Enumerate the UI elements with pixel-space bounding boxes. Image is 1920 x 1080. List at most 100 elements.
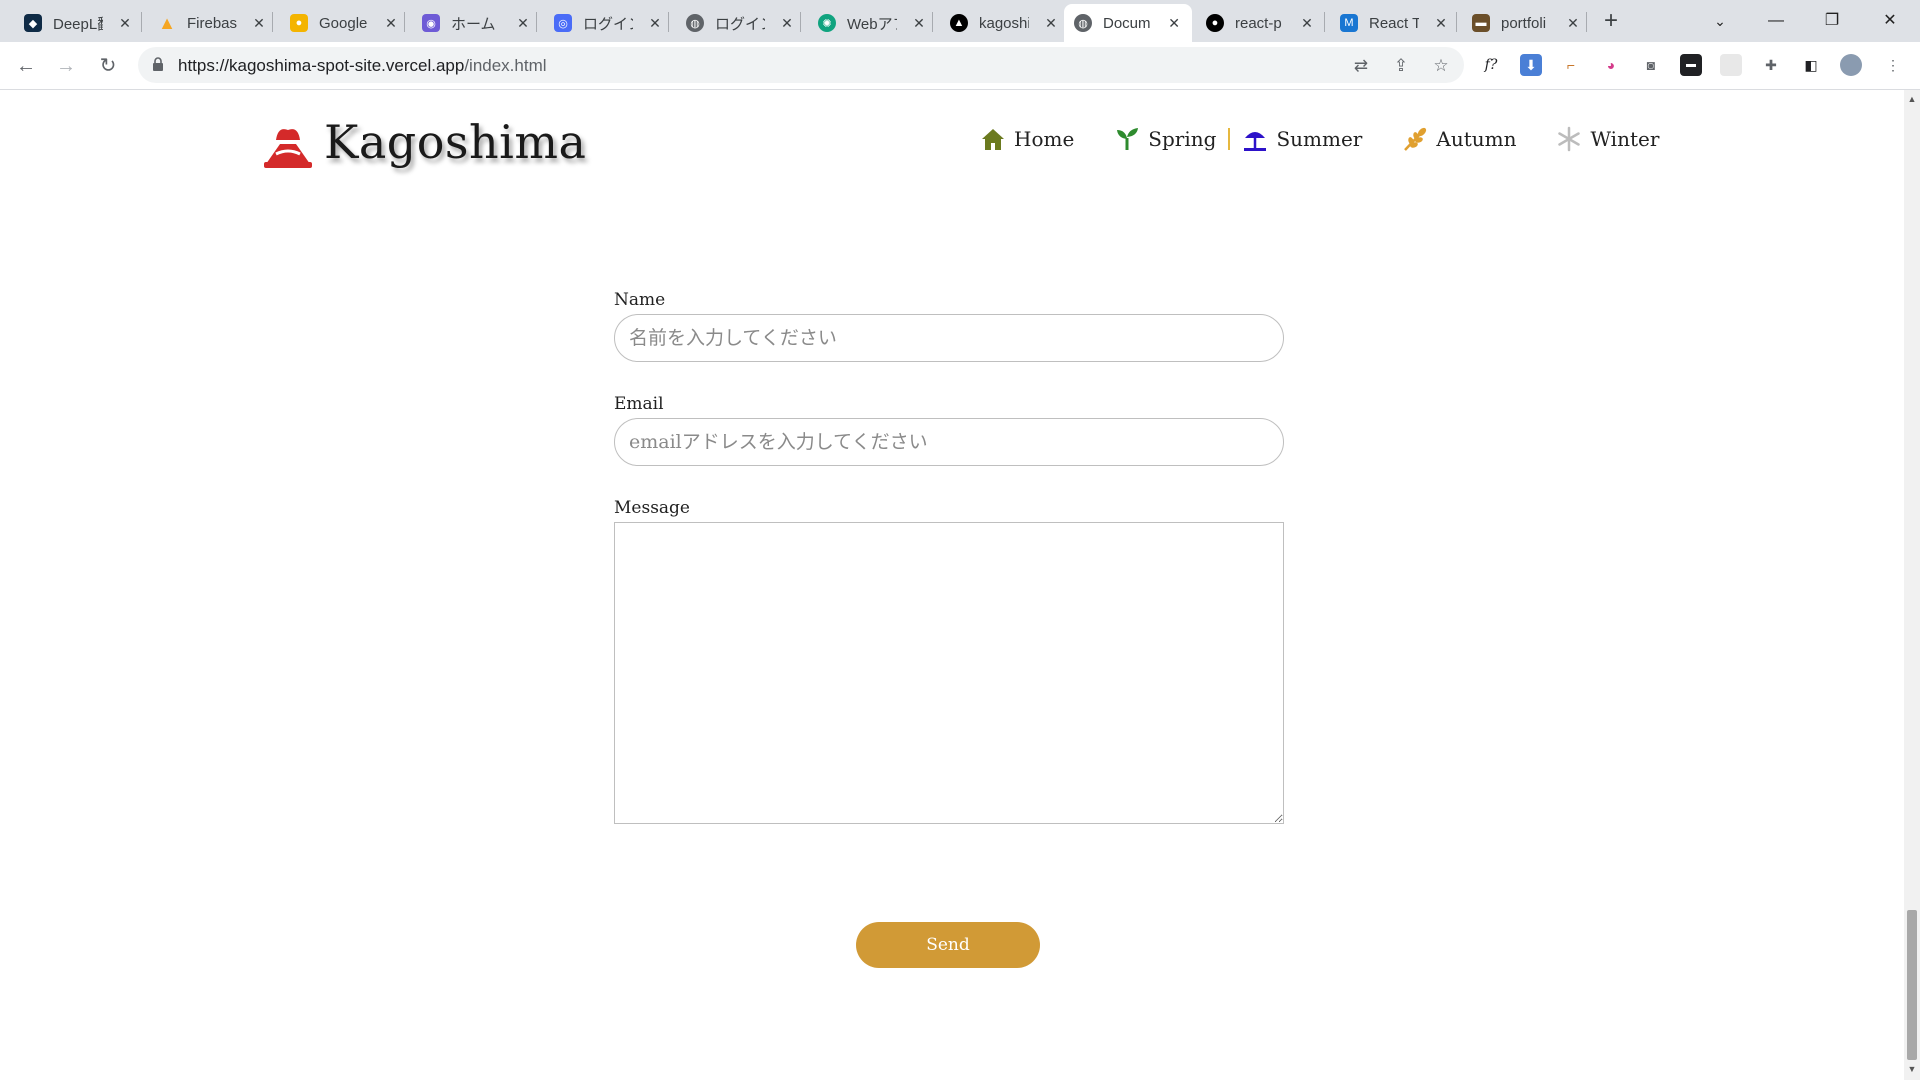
color-picker-extension-icon[interactable]: ◕ <box>1600 54 1622 76</box>
browser-tab[interactable]: ◉ ホーム | N ✕ <box>412 4 541 42</box>
portfolio-icon: ▬ <box>1472 14 1490 32</box>
nav-label: Autumn <box>1436 127 1517 151</box>
scrollbar-thumb[interactable] <box>1907 910 1917 1060</box>
tab-divider <box>404 12 405 32</box>
bookmark-star-icon[interactable]: ☆ <box>1430 55 1452 77</box>
page-scrollbar[interactable]: ▲ ▼ <box>1904 90 1920 1080</box>
sprout-icon <box>1117 128 1139 150</box>
close-icon[interactable]: ✕ <box>515 15 531 32</box>
tab-title: kagoshi <box>979 14 1029 32</box>
tab-divider <box>1456 12 1457 32</box>
tab-divider <box>668 12 669 32</box>
firebase-icon: ▲ <box>158 12 176 33</box>
blank-extension-icon[interactable] <box>1720 54 1742 76</box>
message-textarea[interactable] <box>614 522 1284 824</box>
side-panel-icon[interactable]: ◧ <box>1800 54 1822 76</box>
snowflake-icon <box>1558 126 1581 152</box>
reload-icon[interactable]: ↻ <box>94 52 122 80</box>
puzzle-extensions-icon[interactable]: ✚ <box>1760 54 1782 76</box>
profile-avatar[interactable] <box>1840 54 1862 76</box>
nav-spring[interactable]: Spring <box>1114 126 1216 152</box>
url-host: https://kagoshima-spot-site.vercel.app <box>178 56 465 75</box>
translate-icon[interactable]: ⇄ <box>1350 55 1372 77</box>
browser-tab[interactable]: ▲ kagoshi ✕ <box>940 4 1069 42</box>
beach-umbrella-icon <box>1244 132 1267 151</box>
back-icon[interactable]: ← <box>12 52 40 80</box>
chatgpt-icon: ✺ <box>818 14 836 32</box>
close-icon[interactable]: ✕ <box>1433 15 1449 32</box>
address-bar[interactable]: https://kagoshima-spot-site.vercel.app/i… <box>138 47 1464 83</box>
tab-title: ログイン画 <box>583 15 633 33</box>
close-icon[interactable]: ✕ <box>1166 15 1182 32</box>
notion-like-icon: ◉ <box>422 14 440 32</box>
close-icon[interactable]: ✕ <box>647 15 663 32</box>
window-close-icon[interactable]: ✕ <box>1870 6 1910 36</box>
tab-search-icon[interactable]: ⌄ <box>1700 6 1740 36</box>
new-tab-button[interactable]: + <box>1598 8 1624 34</box>
close-icon[interactable]: ✕ <box>1565 15 1581 32</box>
email-label: Email <box>614 394 664 414</box>
tab-divider <box>932 12 933 32</box>
nav-home[interactable]: Home <box>980 126 1074 152</box>
close-icon[interactable]: ✕ <box>779 15 795 32</box>
nav-label: Home <box>1014 127 1075 151</box>
send-button[interactable]: Send <box>856 922 1040 968</box>
scroll-up-icon[interactable]: ▲ <box>1907 94 1917 104</box>
close-icon[interactable]: ✕ <box>1043 15 1059 32</box>
volcano-logo-icon <box>264 129 312 168</box>
camera-extension-icon[interactable]: ◙ <box>1640 54 1662 76</box>
ruler-extension-icon[interactable]: ⌐ <box>1560 54 1582 76</box>
browser-tab[interactable]: ▲ Firebase ✕ <box>148 4 277 42</box>
nav-summer[interactable]: Summer <box>1242 126 1362 152</box>
tab-title: Webアプ <box>847 15 897 33</box>
browser-toolbar: ← → ↻ https://kagoshima-spot-site.vercel… <box>0 42 1920 90</box>
tab-title: portfoli <box>1501 14 1547 32</box>
restore-icon[interactable]: ❐ <box>1812 6 1852 36</box>
download-extension-icon[interactable]: ⬇ <box>1520 54 1542 76</box>
browser-tab[interactable]: ◎ ログイン画 ✕ <box>544 4 673 42</box>
nav-label: Winter <box>1590 127 1660 151</box>
tab-title: Google <box>319 14 368 32</box>
tab-title: React T <box>1369 14 1419 32</box>
nav-label: Summer <box>1276 127 1363 151</box>
tab-title: ログイン| <box>715 15 765 33</box>
terminal-extension-icon[interactable]: ▬ <box>1680 54 1702 76</box>
tab-title: ホーム | N <box>451 15 501 33</box>
browser-tab[interactable]: ● Google ✕ <box>280 4 409 42</box>
minimize-icon[interactable]: — <box>1756 6 1796 36</box>
close-icon[interactable]: ✕ <box>911 15 927 32</box>
nav-winter[interactable]: Winter <box>1556 126 1659 152</box>
share-icon[interactable]: ⇪ <box>1390 55 1412 77</box>
forward-icon[interactable]: → <box>52 52 80 80</box>
login-app-icon: ◎ <box>554 14 572 32</box>
browser-tab[interactable]: M React T ✕ <box>1330 4 1459 42</box>
browser-tab[interactable]: ◍ ログイン| ✕ <box>676 4 805 42</box>
site-logo[interactable]: Kagoshima <box>260 114 586 170</box>
browser-tab[interactable]: ▬ portfoli ✕ <box>1462 4 1591 42</box>
scroll-down-icon[interactable]: ▼ <box>1907 1064 1917 1074</box>
email-input[interactable] <box>614 418 1284 466</box>
deepl-icon: ◆ <box>24 14 42 32</box>
browser-tab-active[interactable]: ◍ Docum ✕ <box>1064 4 1192 42</box>
close-icon[interactable]: ✕ <box>251 15 267 32</box>
github-icon: ● <box>1206 14 1224 32</box>
nav-autumn[interactable]: Autumn <box>1402 126 1516 152</box>
tab-title: Firebase <box>187 14 237 32</box>
url-path: /index.html <box>464 56 547 75</box>
globe-icon: ◍ <box>686 14 704 32</box>
url-text: https://kagoshima-spot-site.vercel.app/i… <box>178 56 547 76</box>
browser-tab[interactable]: ● react-p ✕ <box>1196 4 1325 42</box>
name-input[interactable] <box>614 314 1284 362</box>
close-icon[interactable]: ✕ <box>117 15 133 32</box>
close-icon[interactable]: ✕ <box>1299 15 1315 32</box>
wheat-icon <box>1404 127 1427 151</box>
browser-tab[interactable]: ✺ Webアプ ✕ <box>808 4 937 42</box>
nav-label: Spring <box>1148 127 1217 151</box>
close-icon[interactable]: ✕ <box>383 15 399 32</box>
menu-kebab-icon[interactable]: ⋮ <box>1882 54 1904 76</box>
font-extension-icon[interactable]: f? <box>1480 54 1502 76</box>
tab-divider <box>800 12 801 32</box>
browser-tab[interactable]: ◆ DeepL翻 ✕ <box>14 4 143 42</box>
main-navigation: Home Spring Summer Autumn Winter <box>980 126 1699 152</box>
contact-form: Name Email Message Send <box>614 290 1284 968</box>
